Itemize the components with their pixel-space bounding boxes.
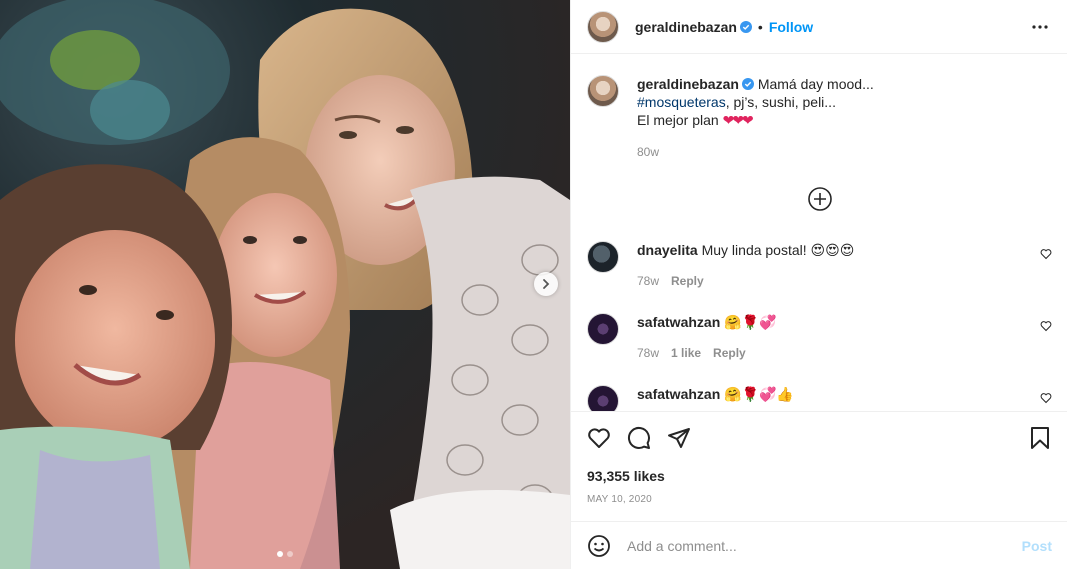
- action-icons: [587, 426, 691, 450]
- comment-username[interactable]: safatwahzan: [637, 386, 720, 402]
- post-side-panel: geraldinebazan • Follow geraldinebazan M…: [570, 0, 1067, 569]
- comments-section[interactable]: geraldinebazan Mamá day mood... #mosquet…: [571, 55, 1067, 411]
- more-options-button[interactable]: [1028, 15, 1052, 39]
- instagram-post: geraldinebazan • Follow geraldinebazan M…: [0, 0, 1067, 569]
- comment-username[interactable]: dnayelita: [637, 242, 698, 258]
- post-caption: geraldinebazan Mamá day mood... #mosquet…: [587, 75, 874, 161]
- caption-hashtag[interactable]: #mosqueteras: [637, 94, 726, 110]
- comment-item: safatwahzan 🤗🌹💞 78w 1 like Reply: [587, 313, 1052, 362]
- likes-count[interactable]: 93,355 likes: [587, 468, 665, 484]
- comment-emoji: 🤗🌹💞👍: [724, 387, 794, 403]
- comment-body: dnayelita Muy linda postal! 😍😍😍 78w Repl…: [637, 241, 854, 290]
- caption-text-line3: El mejor plan: [637, 112, 723, 128]
- comment-bubble-icon[interactable]: [627, 426, 651, 450]
- avatar[interactable]: [587, 241, 619, 273]
- comment-likes-count[interactable]: 1 like: [671, 344, 701, 362]
- post-media[interactable]: [0, 0, 570, 569]
- comment-composer: Post: [571, 521, 1067, 569]
- comment-timestamp[interactable]: 78w: [637, 344, 659, 362]
- comment-item: safatwahzan 🤗🌹💞👍: [587, 385, 1052, 411]
- like-comment-heart-icon[interactable]: [1040, 320, 1052, 332]
- comment-username[interactable]: safatwahzan: [637, 314, 720, 330]
- avatar[interactable]: [587, 10, 619, 43]
- load-more-comments-icon[interactable]: [807, 186, 833, 212]
- post-photo: [0, 0, 570, 569]
- share-paper-plane-icon[interactable]: [667, 426, 691, 450]
- caption-hearts: ❤❤❤: [722, 112, 754, 128]
- caption-text-line2: , pj’s, sushi, peli...: [725, 94, 836, 110]
- caption-username[interactable]: geraldinebazan: [637, 76, 739, 92]
- like-comment-heart-icon[interactable]: [1040, 392, 1052, 404]
- comment-text: Muy linda postal!: [701, 242, 811, 258]
- like-comment-heart-icon[interactable]: [1040, 248, 1052, 260]
- comment-input[interactable]: [627, 537, 1014, 554]
- caption-body: geraldinebazan Mamá day mood... #mosquet…: [637, 75, 874, 161]
- comment-item: dnayelita Muy linda postal! 😍😍😍 78w Repl…: [587, 241, 1052, 290]
- reply-button[interactable]: Reply: [671, 272, 704, 290]
- post-date[interactable]: MAY 10, 2020: [587, 494, 652, 505]
- post-comment-button[interactable]: Post: [1022, 538, 1052, 554]
- like-heart-icon[interactable]: [587, 426, 611, 450]
- caption-timestamp[interactable]: 80w: [637, 143, 874, 161]
- carousel-dot: [287, 551, 293, 557]
- header-separator: •: [757, 18, 763, 35]
- post-actions: 93,355 likes MAY 10, 2020: [571, 411, 1067, 521]
- comment-meta: 78w 1 like Reply: [637, 344, 776, 362]
- avatar[interactable]: [587, 385, 619, 411]
- caption-text: Mamá day mood...: [757, 76, 874, 92]
- reply-button[interactable]: Reply: [713, 344, 746, 362]
- comment-body: safatwahzan 🤗🌹💞 78w 1 like Reply: [637, 313, 776, 362]
- comment-emoji: 😍😍😍: [810, 243, 855, 259]
- follow-button[interactable]: Follow: [769, 19, 813, 35]
- more-options-icon: [1032, 25, 1048, 29]
- save-bookmark-icon[interactable]: [1028, 426, 1052, 450]
- next-photo-button[interactable]: [534, 272, 558, 296]
- comment-body: safatwahzan 🤗🌹💞👍: [637, 385, 794, 411]
- carousel-indicator: [0, 551, 570, 557]
- verified-badge-icon: [741, 78, 754, 90]
- comment-timestamp[interactable]: 78w: [637, 272, 659, 290]
- post-author-username[interactable]: geraldinebazan: [635, 19, 737, 35]
- avatar[interactable]: [587, 313, 619, 345]
- carousel-dot-active: [277, 551, 283, 557]
- verified-badge-icon: [739, 20, 752, 33]
- emoji-smiley-icon[interactable]: [587, 534, 611, 558]
- comment-meta: 78w Reply: [637, 272, 854, 290]
- comment-emoji: 🤗🌹💞: [724, 315, 777, 331]
- avatar[interactable]: [587, 75, 619, 107]
- chevron-right-icon: [543, 279, 550, 289]
- post-header: geraldinebazan • Follow: [571, 0, 1067, 54]
